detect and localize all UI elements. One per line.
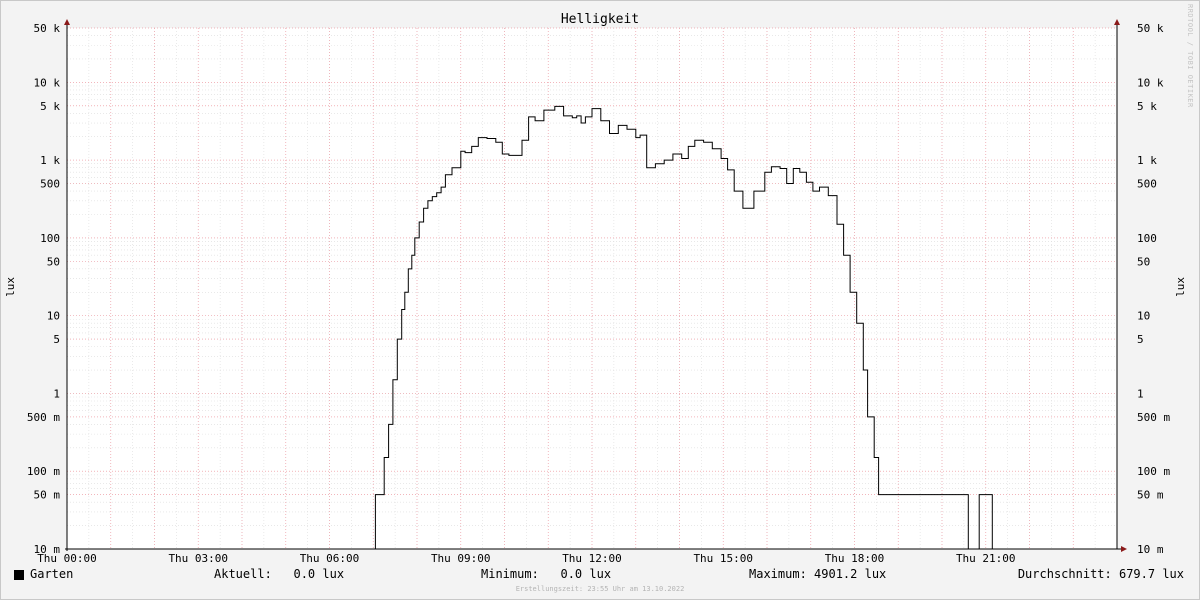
x-tick-label: Thu 03:00 — [168, 552, 228, 565]
y-tick-label-right: 100 m — [1137, 465, 1170, 478]
y-tick-label-left: 10 — [47, 310, 60, 323]
y-tick-label-right: 500 — [1137, 178, 1157, 191]
legend: Garten Aktuell: 0.0 lux Minimum: 0.0 lux… — [0, 567, 1200, 585]
x-axis-arrow — [1121, 546, 1127, 552]
y-tick-label-right: 1 — [1137, 387, 1144, 400]
y-tick-label-left: 5 — [53, 333, 60, 346]
y-tick-label-left: 100 m — [27, 465, 60, 478]
y-tick-label-right: 5 k — [1137, 100, 1157, 113]
y-tick-label-right: 10 k — [1137, 76, 1164, 89]
y-tick-label-right: 1 k — [1137, 154, 1157, 167]
y-tick-label-right: 50 — [1137, 255, 1150, 268]
x-tick-label: Thu 00:00 — [37, 552, 97, 565]
y-tick-label-right: 10 — [1137, 310, 1150, 323]
legend-swatch — [14, 570, 24, 580]
stat-minimum: Minimum: 0.0 lux — [481, 567, 612, 581]
y-tick-label-left: 5 k — [40, 100, 60, 113]
y-tick-label-left: 50 k — [34, 22, 61, 35]
x-tick-label: Thu 15:00 — [693, 552, 753, 565]
y-tick-label-left: 500 m — [27, 411, 60, 424]
y-axis-arrow-left — [64, 19, 70, 25]
y-tick-label-left: 10 k — [34, 76, 61, 89]
y-tick-label-right: 5 — [1137, 333, 1144, 346]
y-tick-label-right: 50 k — [1137, 22, 1164, 35]
stat-current: Aktuell: 0.0 lux — [214, 567, 345, 581]
stat-maximum: Maximum: 4901.2 lux — [749, 567, 887, 581]
y-tick-label-left: 1 — [53, 387, 60, 400]
y-tick-label-left: 50 — [47, 255, 60, 268]
y-tick-label-left: 1 k — [40, 154, 60, 167]
y-tick-label-left: 500 — [40, 178, 60, 191]
y-tick-label-right: 100 — [1137, 232, 1157, 245]
y-tick-label-left: 100 — [40, 232, 60, 245]
legend-series-name: Garten — [30, 567, 74, 581]
chart-canvas: 50 k 50 k 10 k 10 k 5 k 5 k 1 k 1 k 500 500 100 100… — [27, 19, 1170, 565]
y-tick-label-right: 10 m — [1137, 543, 1164, 556]
x-tick-label: Thu 09:00 — [431, 552, 491, 565]
y-axis-label-left: lux — [4, 277, 17, 297]
stat-average: Durchschnitt: 679.7 lux — [1017, 567, 1184, 581]
y-tick-label-left: 50 m — [34, 489, 61, 502]
x-tick-label: Thu 06:00 — [300, 552, 360, 565]
y-axis-label-right: lux — [1174, 277, 1187, 297]
x-tick-label: Thu 21:00 — [956, 552, 1016, 565]
creation-timestamp: Erstellungszeit: 23:55 Uhr am 13.10.2022 — [515, 585, 685, 593]
x-tick-label: Thu 18:00 — [825, 552, 885, 565]
y-tick-label-right: 500 m — [1137, 411, 1170, 424]
y-tick-label-right: 50 m — [1137, 489, 1164, 502]
x-tick-label: Thu 12:00 — [562, 552, 622, 565]
y-axis-arrow-right — [1114, 19, 1120, 25]
